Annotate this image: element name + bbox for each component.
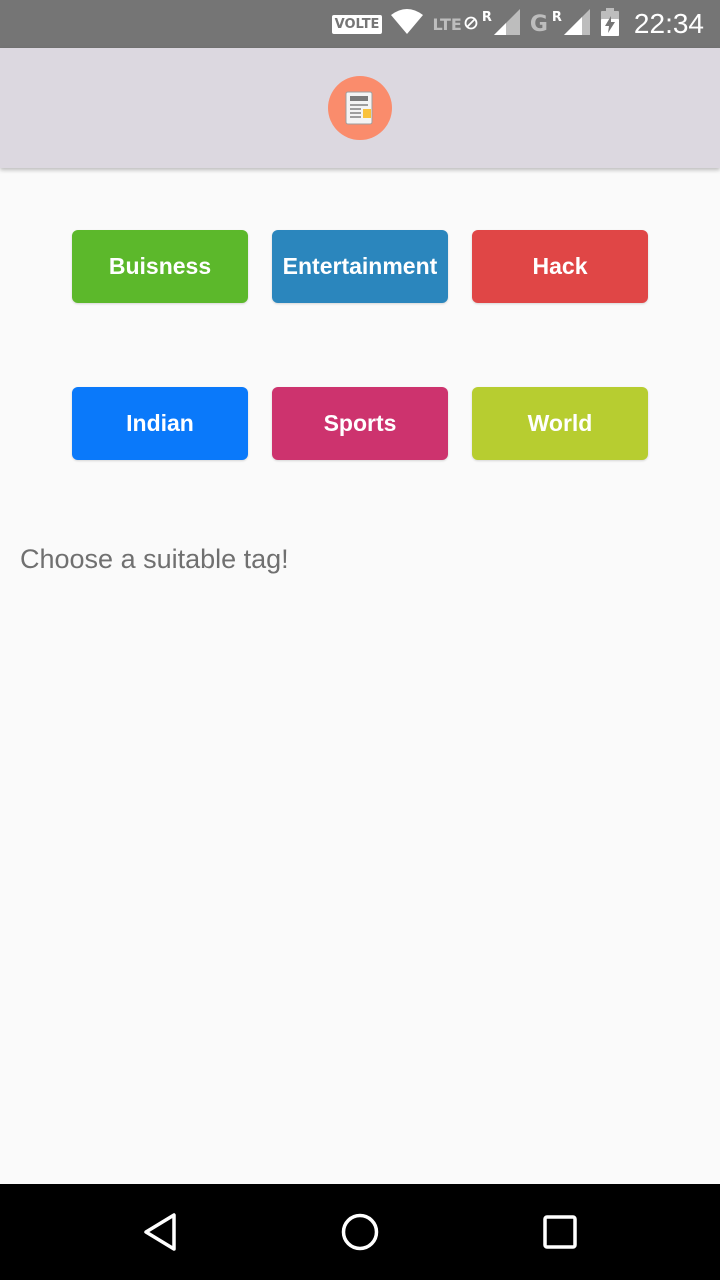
hint-text: Choose a suitable tag! (20, 544, 289, 574)
signal-icon-2 (562, 7, 592, 41)
wifi-icon (390, 8, 424, 40)
tag-label: Sports (323, 410, 397, 436)
no-data-icon (464, 15, 478, 34)
tag-button-sports[interactable]: Sports (272, 387, 448, 460)
signal-icon-1 (492, 7, 522, 41)
g-label: G (529, 11, 548, 37)
newspaper-icon[interactable] (328, 76, 392, 140)
tag-button-hack[interactable]: Hack (472, 230, 648, 303)
app-bar (0, 48, 720, 168)
status-bar: VOLTE LTE R G R 22:34 (0, 0, 720, 48)
home-circle-icon[interactable] (336, 1208, 384, 1256)
tag-label: Indian (126, 410, 194, 436)
battery-charging-icon (600, 7, 620, 41)
tag-label: Entertainment (282, 253, 438, 279)
recents-square-icon[interactable] (536, 1208, 584, 1256)
tag-button-world[interactable]: World (472, 387, 648, 460)
status-icons: VOLTE LTE R G R 22:34 (331, 0, 704, 48)
navigation-bar (0, 1184, 720, 1280)
tag-button-indian[interactable]: Indian (72, 387, 248, 460)
tag-label: Hack (532, 253, 588, 279)
clock: 22:34 (633, 8, 704, 39)
tag-label: World (527, 410, 593, 436)
volte-badge: VOLTE (331, 14, 383, 34)
tag-label: Buisness (108, 253, 212, 279)
back-triangle-icon[interactable] (136, 1208, 184, 1256)
tag-button-entertainment[interactable]: Entertainment (272, 230, 448, 303)
tag-button-buisness[interactable]: Buisness (72, 230, 248, 303)
screen: VOLTE LTE R G R 22:34 Buisness Entertain… (0, 0, 720, 1280)
roaming-label-2: R (551, 10, 562, 25)
roaming-label-1: R (481, 10, 492, 25)
lte-label: LTE (432, 14, 462, 34)
